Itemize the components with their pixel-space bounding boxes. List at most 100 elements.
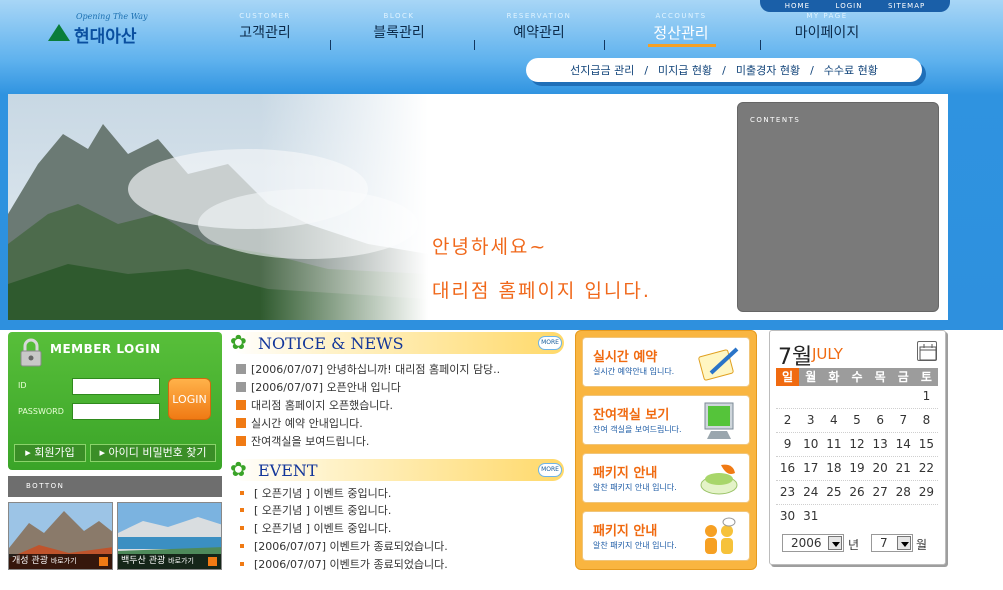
notice-item[interactable]: 실시간 예약 안내입니다. (236, 415, 566, 432)
package-info-card-2[interactable]: 패키지 안내 알찬 패키지 안내 입니다. (582, 511, 750, 561)
kaesong-tour-thumb[interactable]: 개성 관광 바로가기 (8, 502, 113, 570)
calendar-day[interactable]: 28 (892, 481, 915, 504)
event-item[interactable]: [2006/07/07] 이벤트가 종료되었습니다. (240, 538, 570, 555)
event-item[interactable]: [ 오픈기념 ] 이벤트 중입니다. (240, 520, 570, 537)
brand-name: 현대아산 (74, 27, 137, 47)
nav-accounts[interactable]: ACCOUNTS 정산관리 (626, 12, 736, 47)
nav-block-label: 블록관리 (373, 25, 425, 41)
join-button[interactable]: ▸ 회원가입 (14, 444, 86, 462)
notice-header: ✿ NOTICE & NEWS MORE (230, 330, 564, 354)
calendar-day[interactable] (892, 505, 915, 528)
calendar-day[interactable]: 31 (799, 505, 822, 528)
calendar-day[interactable]: 8 (915, 409, 938, 432)
calendar-day[interactable]: 26 (845, 481, 868, 504)
calendar-day[interactable]: 20 (869, 457, 892, 480)
weekday-sun: 일 (776, 368, 800, 386)
calendar-day[interactable] (776, 385, 799, 408)
bullet-icon (236, 418, 246, 428)
login-link[interactable]: LOGIN (836, 2, 863, 10)
calendar-day[interactable] (845, 385, 868, 408)
nav-block[interactable]: BLOCK 블록관리 (344, 12, 454, 42)
nav-customer[interactable]: CUSTOMER 고객관리 (210, 12, 320, 42)
calendar-week: 1 (776, 385, 938, 409)
year-select[interactable]: 2006 (782, 534, 844, 552)
subnav-prepaid[interactable]: 선지급금 관리 (565, 62, 639, 78)
realtime-reservation-card[interactable]: 실시간 예약 실시간 예약안내 입니다. (582, 337, 750, 387)
calendar-day[interactable]: 7 (892, 409, 915, 432)
password-input[interactable] (72, 403, 160, 420)
month-select[interactable]: 7 (871, 534, 913, 552)
logo-triangle-icon (48, 24, 70, 41)
notice-item[interactable]: 잔여객실을 보여드립니다. (236, 433, 566, 450)
chevron-down-icon[interactable] (897, 536, 911, 550)
calendar-day[interactable]: 3 (799, 409, 822, 432)
calendar-day[interactable]: 24 (799, 481, 822, 504)
subnav-unpaid[interactable]: 미지급 현황 (653, 62, 717, 78)
calendar-day[interactable]: 21 (892, 457, 915, 480)
calendar-day[interactable]: 18 (822, 457, 845, 480)
calendar-day[interactable]: 22 (915, 457, 938, 480)
calendar-day[interactable]: 29 (915, 481, 938, 504)
month-value: 7 (880, 536, 888, 550)
calendar-day[interactable]: 17 (799, 457, 822, 480)
subnav-sep: / (644, 63, 649, 77)
calendar-day[interactable]: 2 (776, 409, 799, 432)
notice-item[interactable]: 대리점 홈페이지 오픈했습니다. (236, 397, 566, 414)
calendar-day[interactable] (822, 505, 845, 528)
weekday-thu: 목 (874, 370, 886, 384)
home-link[interactable]: HOME (785, 2, 810, 10)
calendar-day[interactable]: 5 (845, 409, 868, 432)
sitemap-link[interactable]: SITEMAP (888, 2, 925, 10)
calendar-day[interactable]: 12 (845, 433, 868, 456)
calendar-day[interactable]: 9 (776, 433, 799, 456)
event-more-button[interactable]: MORE (538, 463, 562, 477)
calendar-day[interactable]: 10 (799, 433, 822, 456)
calendar-day[interactable]: 11 (822, 433, 845, 456)
find-account-button[interactable]: ▸ 아이디 비밀번호 찾기 (90, 444, 216, 462)
calendar-day[interactable]: 15 (915, 433, 938, 456)
calendar-day[interactable]: 23 (776, 481, 799, 504)
subnav-commission[interactable]: 수수료 현황 (819, 62, 883, 78)
brand-logo[interactable]: Opening The Way 현대아산 (48, 12, 168, 47)
calendar-day[interactable]: 27 (869, 481, 892, 504)
calendar-day[interactable] (799, 385, 822, 408)
nav-separator (330, 40, 331, 50)
calendar-day[interactable] (915, 505, 938, 528)
bottom-banner: BOTTON (8, 476, 222, 497)
nav-mypage[interactable]: MY PAGE 마이페이지 (772, 12, 882, 42)
calendar-day[interactable]: 6 (869, 409, 892, 432)
package-info-card[interactable]: 패키지 안내 알찬 패키지 안내 입니다. (582, 453, 750, 503)
id-input[interactable] (72, 378, 160, 395)
baekdu-tour-thumb[interactable]: 백두산 관광 바로가기 (117, 502, 222, 570)
calendar-day[interactable] (845, 505, 868, 528)
calendar-day[interactable]: 1 (915, 385, 938, 408)
remaining-rooms-card[interactable]: 잔여객실 보기 잔여 객실을 보여드립니다. (582, 395, 750, 445)
calendar-day[interactable] (869, 385, 892, 408)
calendar-day[interactable]: 14 (892, 433, 915, 456)
subnav-unsettled[interactable]: 미출경자 현황 (731, 62, 805, 78)
nav-reservation-en: RESERVATION (506, 12, 572, 20)
calendar-day[interactable]: 16 (776, 457, 799, 480)
event-item[interactable]: [2006/07/07] 이벤트가 종료되었습니다. (240, 556, 570, 573)
calendar-day[interactable] (822, 385, 845, 408)
login-button[interactable]: LOGIN (168, 378, 211, 420)
event-item[interactable]: [ 오픈기념 ] 이벤트 중입니다. (240, 485, 570, 502)
calendar-day[interactable]: 4 (822, 409, 845, 432)
calendar-day[interactable] (892, 385, 915, 408)
nav-reservation[interactable]: RESERVATION 예약관리 (484, 12, 594, 42)
event-item[interactable]: [ 오픈기념 ] 이벤트 중입니다. (240, 502, 570, 519)
calendar-day[interactable]: 13 (869, 433, 892, 456)
event-item-text: [ 오픈기념 ] 이벤트 중입니다. (254, 522, 392, 535)
contents-panel: CONTENTS (737, 102, 939, 312)
notice-item-text: 실시간 예약 안내입니다. (251, 417, 363, 430)
nav-separator (760, 40, 761, 50)
calendar-day[interactable]: 19 (845, 457, 868, 480)
calendar-day[interactable]: 25 (822, 481, 845, 504)
notice-item[interactable]: [2006/07/07] 안녕하십니까! 대리점 홈페이지 담당.. (236, 361, 566, 378)
calendar-day[interactable] (869, 505, 892, 528)
notice-item[interactable]: [2006/07/07] 오픈안내 입니다 (236, 379, 566, 396)
chevron-down-icon[interactable] (828, 536, 842, 550)
calendar-week: 2345678 (776, 409, 938, 433)
calendar-day[interactable]: 30 (776, 505, 799, 528)
notice-more-button[interactable]: MORE (538, 336, 562, 350)
